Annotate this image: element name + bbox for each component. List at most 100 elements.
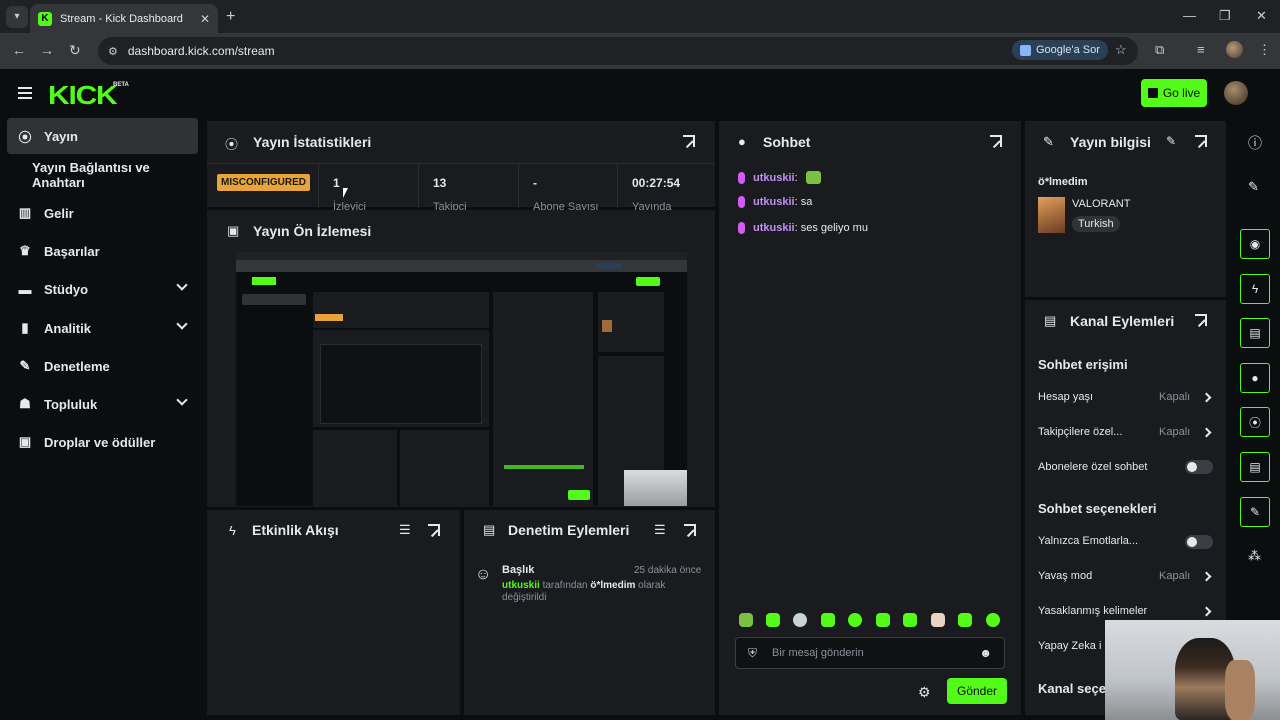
expand-icon[interactable] (1195, 314, 1207, 326)
bank-icon: ▥ (18, 205, 32, 220)
emote-button[interactable] (958, 613, 972, 627)
rail-button-clip[interactable]: ◉ (1240, 229, 1270, 259)
sidebar-item-stream-key[interactable]: Yayın Bağlantısı ve Anahtarı (7, 157, 205, 193)
account-age-label[interactable]: Hesap yaşı (1038, 391, 1093, 403)
kick-logo[interactable]: KICK (48, 80, 118, 111)
chat-username[interactable]: utkuskii (753, 222, 795, 234)
url-text: dashboard.kick.com/stream (127, 44, 275, 58)
followers-value: 13 (433, 176, 447, 190)
google-lens-button[interactable]: Google'a Sor (1012, 40, 1108, 60)
rail-button-broadcast[interactable]: ⦿ (1240, 407, 1270, 437)
sidebar-item-label: Yayın (44, 128, 78, 144)
emote-button[interactable] (739, 613, 753, 627)
browser-menu-icon[interactable]: ⋮ (1258, 42, 1271, 58)
moderation-entry-suffix: olarak (635, 580, 666, 591)
banned-words-label[interactable]: Yasaklanmış kelimeler (1038, 605, 1147, 617)
emote-button[interactable] (848, 613, 862, 627)
browser-profile-avatar[interactable] (1226, 41, 1243, 58)
expand-icon[interactable] (683, 135, 695, 147)
emotes-only-toggle[interactable] (1185, 535, 1213, 549)
lightning-icon: ϟ (1251, 282, 1259, 296)
back-button[interactable]: ← (12, 42, 26, 58)
sidebar-item-basarilar[interactable]: ♛ Başarılar (7, 233, 198, 269)
preview-emotes (504, 465, 584, 469)
emote-button[interactable] (821, 613, 835, 627)
tab-search-button[interactable]: ▾ (6, 5, 28, 28)
stream-preview-video[interactable] (236, 252, 687, 506)
preview-moderation (400, 430, 489, 506)
chat-username[interactable]: utkuskii (753, 172, 795, 184)
broadcast-icon: ⦿ (1248, 415, 1261, 430)
moderation-entry-user[interactable]: utkuskii (502, 580, 540, 591)
preview-game-art (602, 320, 612, 332)
reload-button[interactable]: ↻ (69, 42, 81, 59)
minimize-button[interactable]: — (1183, 8, 1196, 23)
broadcast-icon: ⦿ (225, 137, 239, 152)
emote-button[interactable] (876, 613, 890, 627)
stat-followers: 13 Takipçi (418, 164, 518, 213)
emote-button[interactable] (931, 613, 945, 627)
sidebar-item-denetleme[interactable]: ✎ Denetleme (7, 348, 198, 384)
browser-tab-active[interactable]: K Stream - Kick Dashboard ✕ (30, 4, 218, 33)
emoji-icon[interactable]: ☻ (979, 646, 992, 660)
sidebar-item-yayin[interactable]: ⦿ Yayın (7, 118, 198, 154)
expand-icon[interactable] (428, 524, 440, 536)
preview-send (568, 490, 590, 500)
tab-close-icon[interactable]: ✕ (200, 12, 210, 26)
microphone-icon (738, 196, 745, 208)
user-avatar[interactable] (1224, 81, 1248, 105)
send-button[interactable]: Gönder (947, 678, 1007, 704)
forward-button[interactable]: → (40, 42, 54, 58)
expand-icon[interactable] (1195, 135, 1207, 147)
bookmark-star-icon[interactable]: ☆ (1115, 42, 1127, 58)
filter-icon[interactable]: ☰ (399, 522, 411, 538)
lightning-icon: ϟ (229, 523, 236, 538)
rail-button-notes[interactable]: ▤ (1240, 318, 1270, 348)
expand-icon[interactable] (684, 524, 696, 536)
preview-recursive-inner (320, 344, 482, 424)
emote-button[interactable] (903, 613, 917, 627)
followers-only-label[interactable]: Takipçilere özel... (1038, 426, 1122, 438)
stat-uptime: 00:27:54 Yayında (617, 164, 715, 213)
pencil-icon[interactable]: ✎ (1248, 179, 1259, 195)
media-controls-icon[interactable]: ≡ (1197, 42, 1205, 57)
go-live-label: Go live (1162, 86, 1201, 100)
emote-button[interactable] (766, 613, 780, 627)
shield-icon[interactable]: ⛨ (748, 646, 757, 661)
chat-message-input[interactable]: ⛨ Bir mesaj gönderin ☻ (735, 637, 1005, 669)
rail-button-raid[interactable]: ϟ (1240, 274, 1270, 304)
extensions-icon[interactable]: ⧉ (1155, 42, 1164, 58)
chevron-down-icon (176, 279, 188, 291)
filter-icon[interactable]: ☰ (654, 522, 666, 538)
edit-icon[interactable]: ✎ (1166, 134, 1176, 148)
sidebar-item-analitik[interactable]: ▮ Analitik (7, 310, 198, 346)
webcam-hand (1225, 660, 1255, 720)
chat-username[interactable]: utkuskii (753, 196, 795, 208)
category-value[interactable]: VALORANT (1072, 198, 1130, 210)
subs-only-toggle[interactable] (1185, 460, 1213, 474)
sidebar-item-studyo[interactable]: ▬ Stüdyo (7, 271, 198, 307)
sidebar-item-topluluk[interactable]: ☗ Topluluk (7, 386, 198, 422)
new-tab-button[interactable]: + (226, 8, 235, 26)
moderation-title: Denetim Eylemleri (508, 522, 630, 538)
rail-button-chat[interactable]: ● (1240, 363, 1270, 393)
menu-icon[interactable] (18, 87, 32, 99)
emote-button[interactable] (793, 613, 807, 627)
rail-button-moderation[interactable]: ✎ (1240, 497, 1270, 527)
site-info-icon[interactable]: ⚙ (108, 45, 118, 58)
community-icon[interactable]: ⁂ (1248, 548, 1261, 564)
expand-icon[interactable] (990, 135, 1002, 147)
slow-mode-label[interactable]: Yavaş mod (1038, 570, 1092, 582)
language-tag: Turkish (1072, 216, 1120, 232)
emote-button[interactable] (986, 613, 1000, 627)
maximize-button[interactable]: ❐ (1219, 8, 1231, 24)
ai-moderation-label[interactable]: Yapay Zeka i (1038, 640, 1101, 652)
sidebar-item-droplar[interactable]: ▣ Droplar ve ödüller (7, 424, 198, 460)
rail-button-layout[interactable]: ▤ (1240, 452, 1270, 482)
address-bar[interactable]: ⚙ dashboard.kick.com/stream (98, 37, 1138, 65)
sidebar-item-gelir[interactable]: ▥ Gelir (7, 195, 198, 231)
go-live-button[interactable]: Go live (1141, 79, 1207, 107)
info-icon[interactable]: ⓘ (1248, 133, 1262, 153)
window-close-button[interactable]: ✕ (1256, 8, 1267, 24)
chat-settings-icon[interactable]: ⚙ (918, 684, 931, 701)
